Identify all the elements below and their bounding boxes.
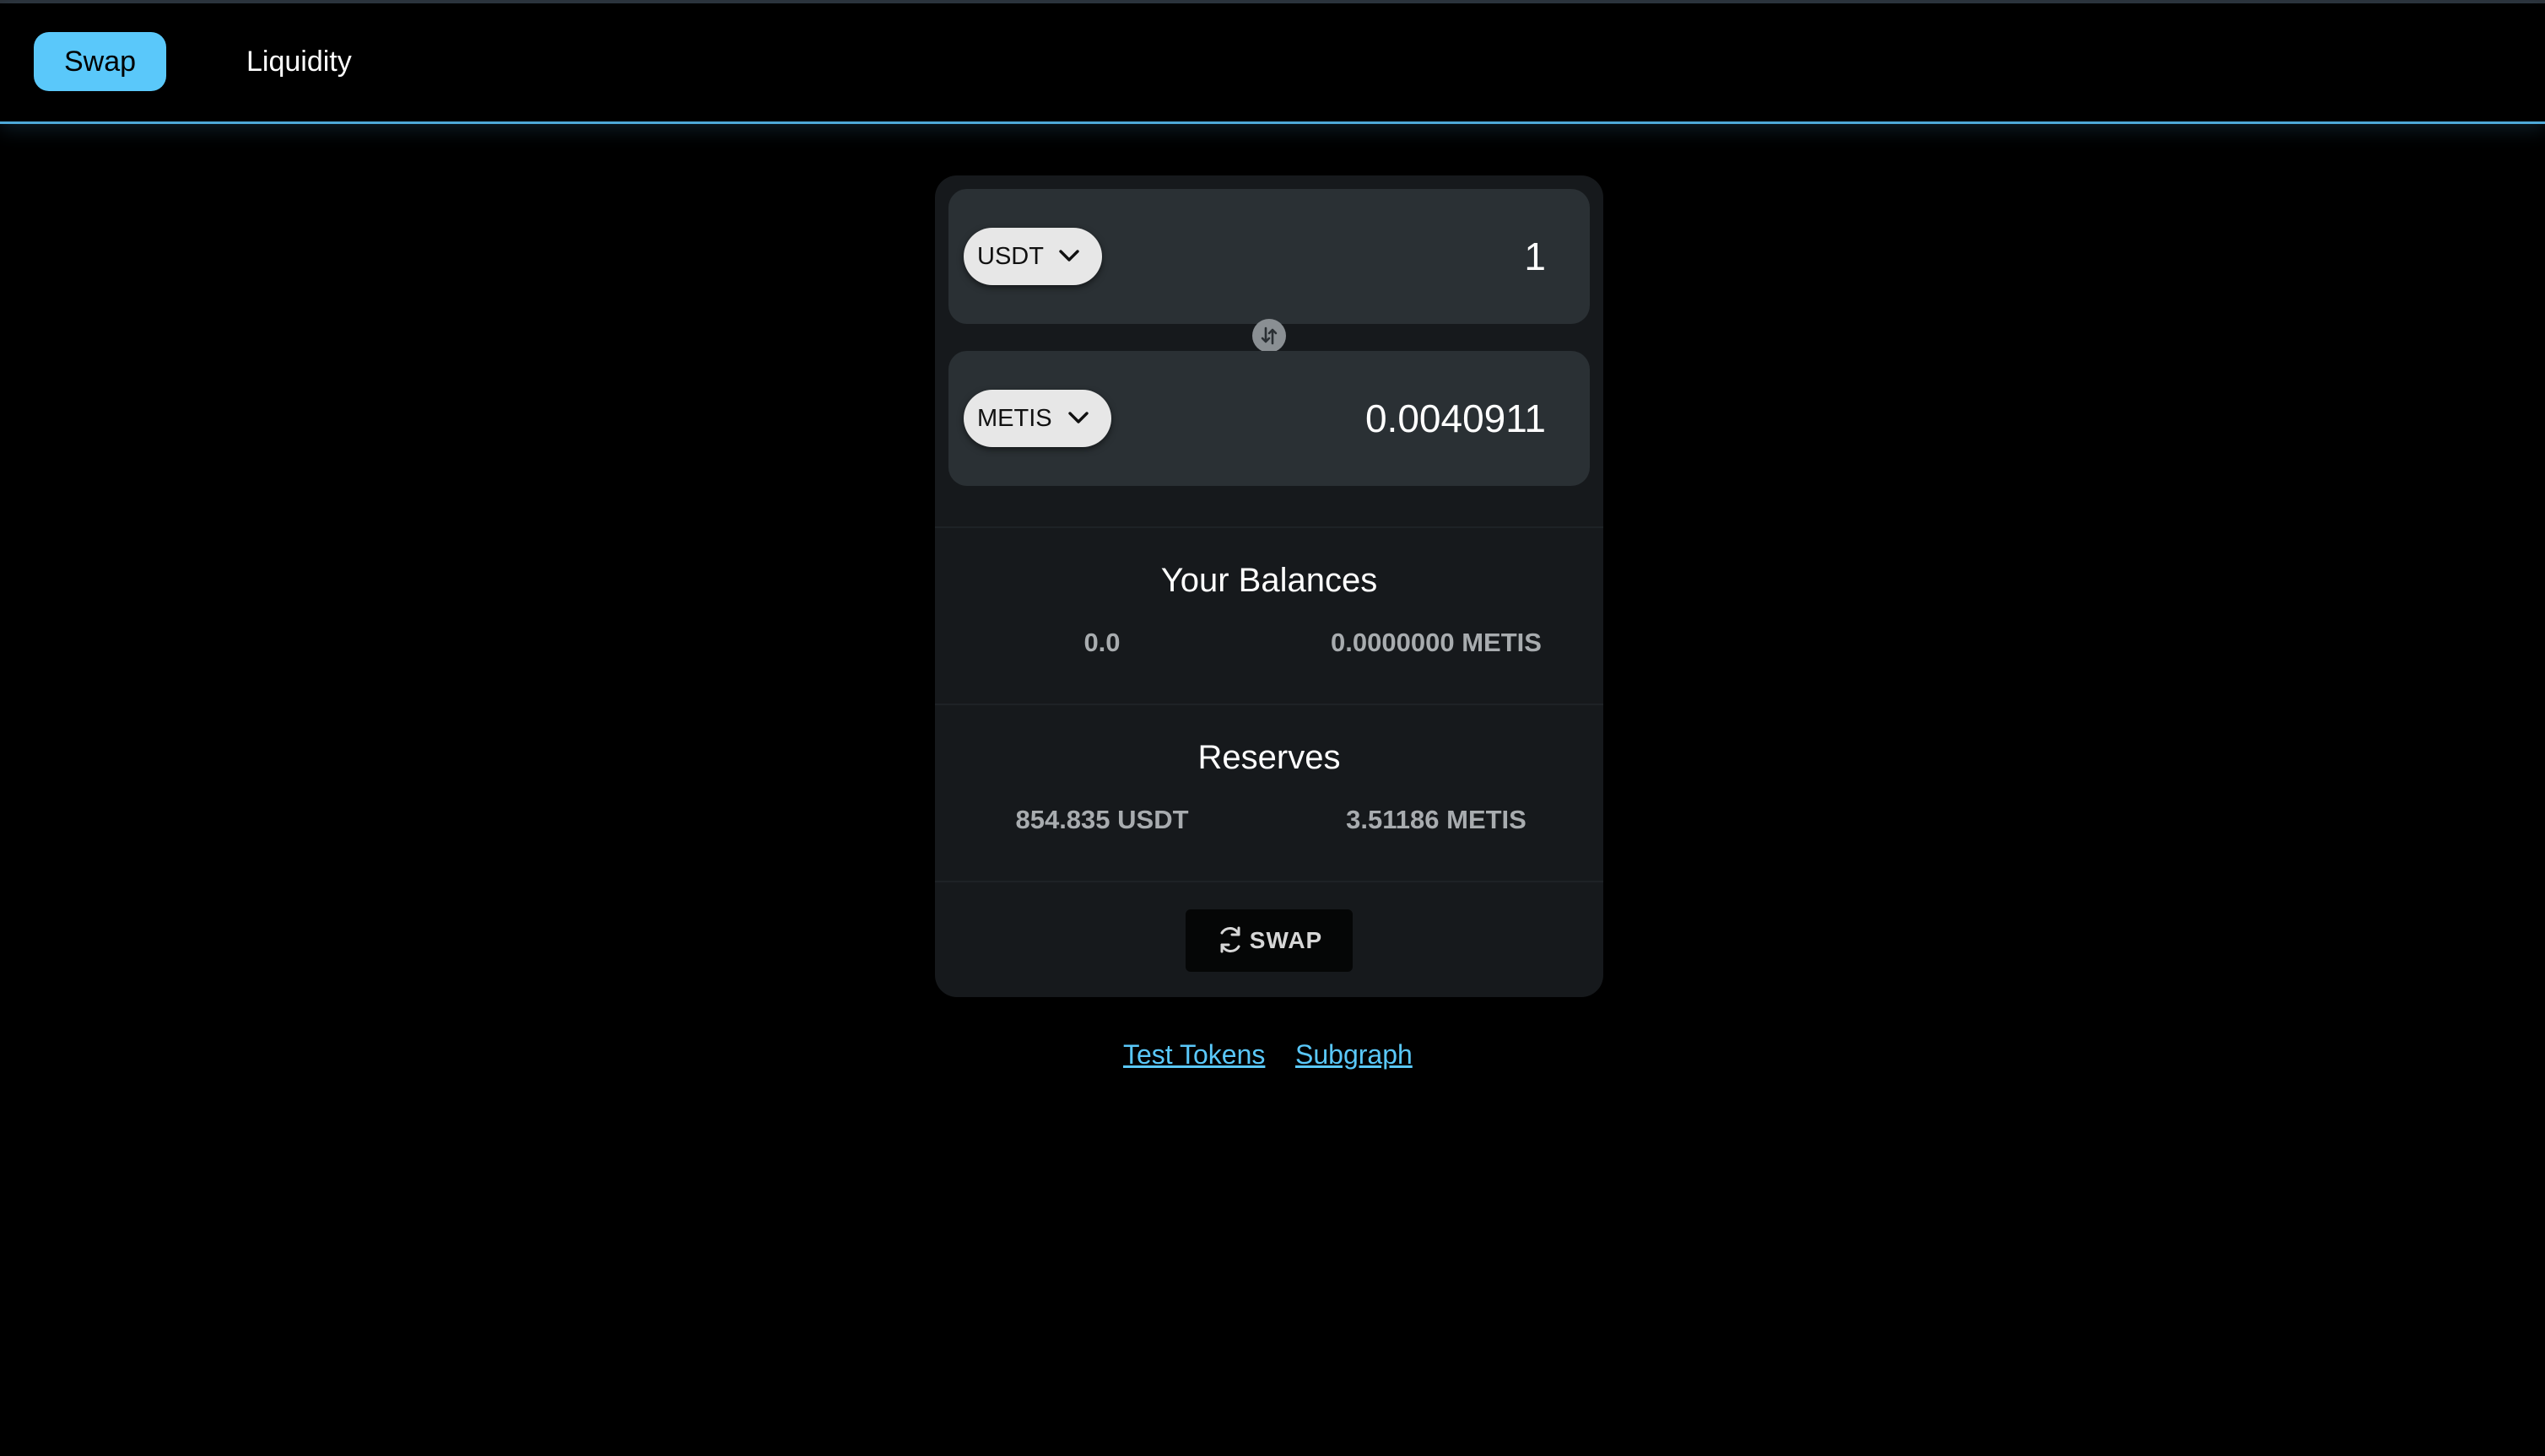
top-navbar: Swap Liquidity — [0, 3, 2545, 124]
balance-to: 0.0000000 METIS — [1331, 628, 1542, 657]
to-amount-input[interactable] — [1208, 390, 1546, 447]
reserves-title: Reserves — [1197, 739, 1341, 776]
divider — [935, 881, 1603, 882]
from-token-panel: USDT — [948, 189, 1590, 324]
tab-liquidity[interactable]: Liquidity — [216, 32, 382, 91]
from-token-select[interactable]: USDT — [964, 227, 1103, 285]
swap-button[interactable]: SWAP — [1186, 909, 1353, 972]
balance-from: 0.0 — [1083, 628, 1121, 657]
refresh-icon — [1220, 926, 1240, 953]
divider — [935, 526, 1603, 528]
subgraph-link[interactable]: Subgraph — [1295, 1039, 1413, 1070]
to-token-panel: METIS — [948, 351, 1590, 486]
from-amount-input[interactable] — [1208, 228, 1546, 285]
divider — [935, 704, 1603, 705]
chevron-down-icon — [1058, 227, 1080, 284]
to-token-select[interactable]: METIS — [964, 390, 1111, 447]
to-token-label: METIS — [977, 405, 1052, 432]
test-tokens-link[interactable]: Test Tokens — [1123, 1039, 1265, 1070]
from-token-label: USDT — [977, 243, 1044, 270]
reserve-from: 854.835 USDT — [1015, 805, 1189, 834]
reserve-to: 3.51186 METIS — [1346, 805, 1526, 834]
tab-swap[interactable]: Swap — [34, 32, 167, 91]
swap-button-label: SWAP — [1249, 927, 1323, 953]
swap-arrows-icon — [1261, 326, 1278, 345]
swap-card: USDT METIS Your Balances 0.0 0.0000000 M… — [935, 175, 1603, 997]
switch-tokens-button[interactable] — [1252, 319, 1286, 353]
balances-title: Your Balances — [1160, 562, 1378, 599]
chevron-down-icon — [1067, 389, 1089, 446]
